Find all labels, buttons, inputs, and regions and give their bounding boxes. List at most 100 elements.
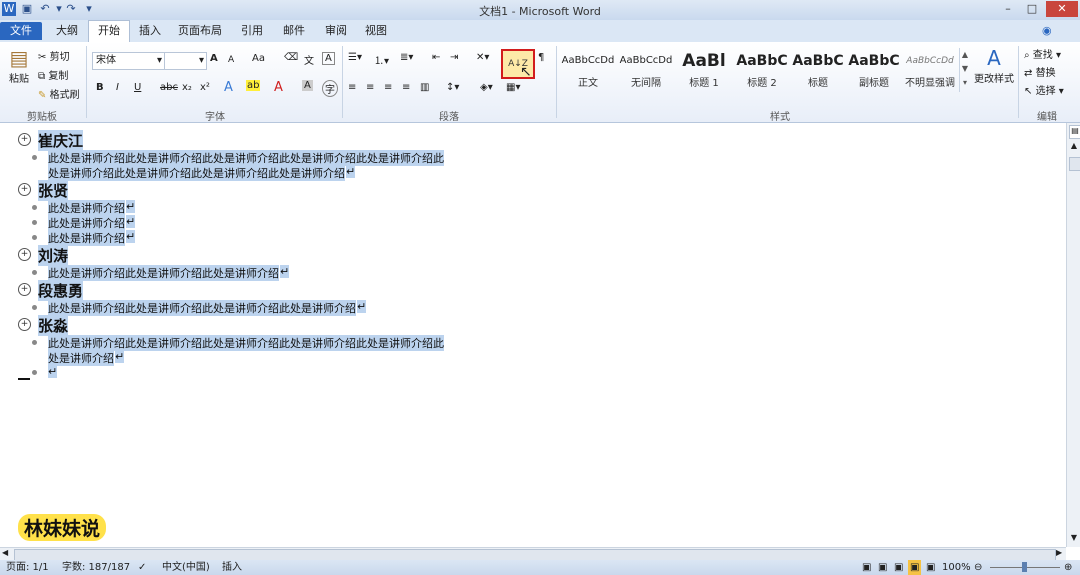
view-draft-icon[interactable]: ▣ <box>926 560 935 575</box>
body-text-line[interactable]: 处是讲师介绍此处是讲师介绍此处是讲师介绍此处是讲师介绍 <box>48 165 345 181</box>
expand-collapse-icon[interactable]: + <box>18 248 31 261</box>
align-right-icon[interactable]: ≡ <box>384 82 392 93</box>
tab-insert[interactable]: 插入 <box>132 22 168 40</box>
view-outline-icon[interactable]: ▣ <box>908 560 922 575</box>
status-word-count[interactable]: 字数: 187/187 <box>62 560 130 575</box>
body-text-line[interactable]: 此处是讲师介绍 <box>48 200 125 216</box>
style-no-spacing[interactable]: AaBbCcDd 无间隔 <box>618 48 674 92</box>
view-print-layout-icon[interactable]: ▣ <box>862 560 871 575</box>
shrink-font-button[interactable]: A <box>228 55 234 65</box>
superscript-button[interactable]: x² <box>200 82 210 93</box>
justify-icon[interactable]: ≡ <box>402 82 410 93</box>
change-styles-button[interactable]: A 更改样式 <box>974 46 1014 85</box>
borders-icon[interactable]: ▦▾ <box>506 82 520 93</box>
shading-icon[interactable]: ◈▾ <box>480 82 493 93</box>
highlight-icon[interactable]: ab <box>246 80 261 91</box>
status-page[interactable]: 页面: 1/1 <box>6 560 49 575</box>
align-center-icon[interactable]: ≡ <box>366 82 374 93</box>
body-text-line[interactable]: 处是讲师介绍 <box>48 350 114 366</box>
italic-button[interactable]: I <box>116 82 119 93</box>
scroll-left-icon[interactable]: ◀ <box>2 548 8 557</box>
tab-references[interactable]: 引用 <box>234 22 270 40</box>
body-text-line[interactable]: 此处是讲师介绍此处是讲师介绍此处是讲师介绍 <box>48 265 279 281</box>
scroll-thumb[interactable] <box>1069 157 1080 171</box>
bold-button[interactable]: B <box>96 82 104 93</box>
format-painter-button[interactable]: ✎ 格式刷 <box>38 86 80 101</box>
undo-icon[interactable]: ↶ <box>38 2 52 16</box>
multilevel-list-icon[interactable]: ≣▾ <box>400 52 413 63</box>
decrease-indent-icon[interactable]: ⇤ <box>432 52 440 63</box>
minimize-button[interactable]: – <box>996 1 1020 17</box>
tab-review[interactable]: 审阅 <box>318 22 354 40</box>
horizontal-scrollbar[interactable]: ◀ ▶ <box>0 547 1066 561</box>
body-text-line[interactable]: 此处是讲师介绍 <box>48 230 125 246</box>
tab-view[interactable]: 视图 <box>358 22 394 40</box>
line-spacing-icon[interactable]: ↕▾ <box>446 82 459 93</box>
text-effects-icon[interactable]: A <box>224 80 233 95</box>
status-language[interactable]: 中文(中国) <box>162 560 210 575</box>
spelling-check-icon[interactable]: ✓ <box>138 560 146 575</box>
clear-format-icon[interactable]: ⌫ <box>284 52 298 63</box>
style-subtle-emphasis[interactable]: AaBbCcDd 不明显强调 <box>902 48 958 92</box>
bullets-icon[interactable]: ☰▾ <box>348 52 362 63</box>
zoom-out-icon[interactable]: ⊖ <box>974 560 982 575</box>
redo-icon[interactable]: ↷ <box>64 2 78 16</box>
paste-button[interactable]: ▤ 粘贴 <box>6 46 32 85</box>
scroll-down-icon[interactable]: ▼ <box>1069 533 1079 545</box>
body-text-line[interactable]: 此处是讲师介绍 <box>48 215 125 231</box>
body-text-line[interactable]: 此处是讲师介绍此处是讲师介绍此处是讲师介绍此处是讲师介绍此处是讲师介绍此 <box>48 150 444 166</box>
increase-indent-icon[interactable]: ⇥ <box>450 52 458 63</box>
scroll-up-icon[interactable]: ▲ <box>1069 141 1079 153</box>
strikethrough-button[interactable]: abc <box>160 82 178 93</box>
tab-outline[interactable]: 大纲 <box>48 22 86 40</box>
body-text-line[interactable]: 此处是讲师介绍此处是讲师介绍此处是讲师介绍此处是讲师介绍 <box>48 300 356 316</box>
font-name-combo[interactable]: 宋体 ▾ <box>92 52 165 70</box>
zoom-in-icon[interactable]: ⊕ <box>1064 560 1072 575</box>
distribute-icon[interactable]: ▥ <box>420 82 429 93</box>
char-shading-icon[interactable]: A <box>302 80 313 91</box>
chinese-layout-icon[interactable]: ✕▾ <box>476 52 489 63</box>
style-normal[interactable]: AaBbCcDd 正文 <box>560 48 616 92</box>
word-app-icon[interactable]: W <box>2 2 16 16</box>
expand-collapse-icon[interactable]: + <box>18 133 31 146</box>
save-icon[interactable]: ▣ <box>20 2 34 16</box>
scroll-right-icon[interactable]: ▶ <box>1056 548 1062 557</box>
zoom-slider-thumb[interactable] <box>1022 562 1027 572</box>
phonetic-guide-icon[interactable]: 文 <box>304 52 314 67</box>
tab-mailings[interactable]: 邮件 <box>276 22 312 40</box>
style-title[interactable]: AaBbC 标题 <box>790 48 846 92</box>
view-web-icon[interactable]: ▣ <box>894 560 903 575</box>
ruler-toggle-icon[interactable]: ▤ <box>1069 125 1080 139</box>
tab-home[interactable]: 开始 <box>88 20 130 43</box>
subscript-button[interactable]: x₂ <box>182 82 192 93</box>
expand-collapse-icon[interactable]: + <box>18 283 31 296</box>
chevron-down-icon[interactable]: ▾ <box>157 53 162 69</box>
expand-collapse-icon[interactable]: + <box>18 183 31 196</box>
replace-button[interactable]: ⇄ 替换 <box>1024 64 1056 79</box>
change-case-button[interactable]: Aa <box>252 53 265 64</box>
customize-toolbar-icon[interactable]: ▾ <box>82 2 96 16</box>
styles-gallery-scroll[interactable]: ▲ ▼ ▾ <box>959 48 970 92</box>
status-insert-mode[interactable]: 插入 <box>222 560 242 575</box>
grow-font-button[interactable]: A <box>210 53 218 64</box>
font-size-combo[interactable]: ▾ <box>164 52 207 70</box>
numbering-icon[interactable]: ⒈▾ <box>374 52 389 67</box>
cut-button[interactable]: ✂ 剪切 <box>38 48 70 63</box>
style-heading-1[interactable]: AaBl 标题 1 <box>676 48 732 92</box>
body-text-line[interactable]: 此处是讲师介绍此处是讲师介绍此处是讲师介绍此处是讲师介绍此处是讲师介绍此 <box>48 335 444 351</box>
vertical-scrollbar[interactable]: ▤ ▲ ▼ <box>1066 123 1080 547</box>
char-border-icon[interactable]: A <box>322 52 335 65</box>
tab-file[interactable]: 文件 <box>0 22 42 40</box>
chevron-down-icon[interactable]: ▾ <box>199 53 204 69</box>
copy-button[interactable]: ⧉ 复制 <box>38 67 68 82</box>
enclose-char-icon[interactable]: 字 <box>322 80 338 97</box>
close-button[interactable]: ✕ <box>1046 1 1078 17</box>
expand-collapse-icon[interactable]: + <box>18 318 31 331</box>
show-marks-icon[interactable]: ¶ <box>538 52 544 63</box>
tab-page-layout[interactable]: 页面布局 <box>172 22 228 40</box>
style-heading-2[interactable]: AaBbC 标题 2 <box>734 48 790 92</box>
align-left-icon[interactable]: ≡ <box>348 82 356 93</box>
help-icon[interactable]: ◉ <box>1042 24 1052 37</box>
font-color-icon[interactable]: A <box>274 80 283 95</box>
underline-button[interactable]: U <box>134 82 141 93</box>
